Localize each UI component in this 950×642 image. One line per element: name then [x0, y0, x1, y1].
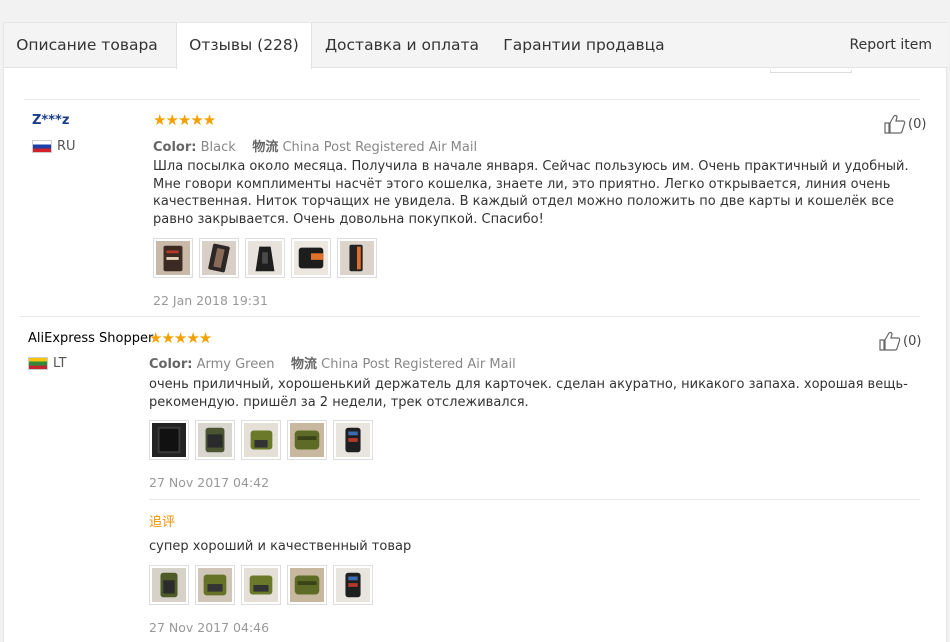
thumbs-up-icon	[879, 331, 901, 351]
review-text: Шла посылка около месяца. Получила в нач…	[153, 159, 909, 227]
color-value: Army Green	[196, 357, 275, 372]
wallet-photo-icon	[198, 423, 232, 457]
additional-review-text: супер хороший и качественный товар	[149, 539, 412, 554]
wallet-photo-icon	[198, 568, 232, 602]
helpful-count: (0)	[908, 116, 927, 132]
review-photo[interactable]	[241, 565, 281, 605]
wallet-photo-icon	[294, 241, 328, 275]
review-photo[interactable]	[337, 238, 377, 278]
review-photos	[149, 420, 373, 460]
helpful-button[interactable]: (0)	[879, 331, 921, 351]
flag-lt-icon	[28, 357, 48, 370]
divider	[770, 70, 852, 73]
tab-seller-guarantee[interactable]: Гарантии продавца	[500, 23, 668, 68]
shipping-value: China Post Registered Air Mail	[321, 357, 516, 372]
additional-review-date: 27 Nov 2017 04:46	[149, 620, 270, 635]
shipping-value: China Post Registered Air Mail	[282, 140, 478, 155]
wallet-photo-icon	[336, 423, 370, 457]
additional-review-label: 追评	[149, 515, 176, 530]
shipping-label: 物流	[252, 140, 279, 155]
wallet-photo-icon	[152, 568, 186, 602]
wallet-photo-icon	[336, 568, 370, 602]
wallet-photo-icon	[290, 423, 324, 457]
reviewer-name[interactable]: Z***z	[32, 113, 69, 128]
thumbs-up-icon	[884, 114, 906, 134]
review-photo[interactable]	[287, 565, 327, 605]
tab-bar: Описание товара Отзывы (228) Доставка и …	[4, 23, 948, 69]
report-item-link[interactable]: Report item	[850, 23, 933, 68]
review-meta: Color: Army Green 物流 China Post Register…	[149, 353, 516, 372]
review-photo[interactable]	[287, 420, 327, 460]
review-photo[interactable]	[195, 565, 235, 605]
review-meta: Color: Black 物流 China Post Registered Ai…	[153, 136, 477, 155]
review-photo[interactable]	[333, 565, 373, 605]
divider	[20, 316, 920, 317]
star-rating: ★★★★★	[153, 111, 216, 129]
color-label: Color:	[149, 357, 193, 372]
review-photo[interactable]	[245, 238, 285, 278]
wallet-photo-icon	[340, 241, 374, 275]
wallet-photo-icon	[244, 423, 278, 457]
color-label: Color:	[153, 140, 197, 155]
review-photos	[153, 238, 377, 278]
divider	[24, 99, 920, 100]
reviewer-country: RU	[32, 139, 76, 154]
helpful-count: (0)	[903, 333, 922, 349]
review-photo[interactable]	[149, 565, 189, 605]
country-code: LT	[53, 356, 67, 371]
reviewer-name: AliExpress Shopper	[28, 331, 154, 346]
wallet-photo-icon	[156, 241, 190, 275]
tab-delivery[interactable]: Доставка и оплата	[322, 23, 482, 68]
review-date: 22 Jan 2018 19:31	[153, 293, 268, 308]
wallet-photo-icon	[244, 568, 278, 602]
wallet-photo-icon	[290, 568, 324, 602]
flag-ru-icon	[32, 140, 52, 153]
helpful-button[interactable]: (0)	[884, 114, 926, 134]
wallet-photo-icon	[248, 241, 282, 275]
country-code: RU	[57, 139, 76, 154]
wallet-photo-icon	[202, 241, 236, 275]
wallet-photo-icon	[152, 423, 186, 457]
review-photo[interactable]	[153, 238, 193, 278]
divider	[149, 499, 920, 500]
tab-description[interactable]: Описание товара	[12, 23, 162, 68]
review-photo[interactable]	[333, 420, 373, 460]
tab-reviews[interactable]: Отзывы (228)	[176, 23, 312, 69]
reviewer-country: LT	[28, 356, 66, 371]
review-photo[interactable]	[291, 238, 331, 278]
review-photo[interactable]	[241, 420, 281, 460]
review-photo[interactable]	[149, 420, 189, 460]
review-photo[interactable]	[199, 238, 239, 278]
additional-review-photos	[149, 565, 373, 605]
review-text: очень приличный, хорошенький держатель д…	[149, 377, 908, 410]
review-photo[interactable]	[195, 420, 235, 460]
review-date: 27 Nov 2017 04:42	[149, 475, 270, 490]
shipping-label: 物流	[291, 357, 318, 372]
color-value: Black	[200, 140, 236, 155]
star-rating: ★★★★★	[149, 329, 212, 347]
